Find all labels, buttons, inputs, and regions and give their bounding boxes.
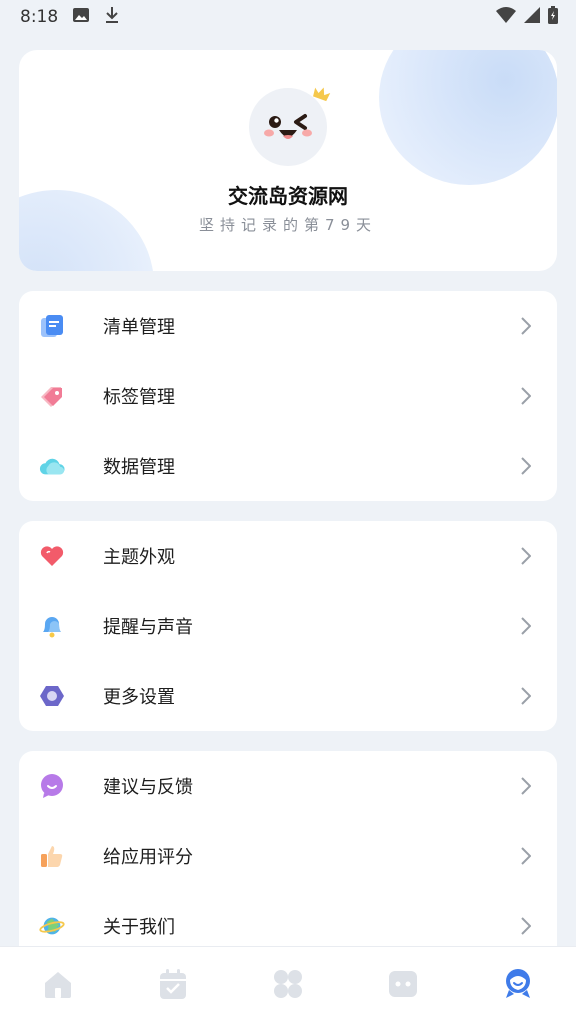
decorative-blob bbox=[379, 50, 557, 185]
bell-icon bbox=[39, 613, 65, 639]
chevron-right-icon bbox=[521, 917, 532, 939]
chat-bubble-icon bbox=[39, 773, 65, 799]
menu-item-label: 提醒与声音 bbox=[103, 617, 193, 638]
planet-icon bbox=[39, 913, 65, 939]
game-controller-icon bbox=[388, 970, 418, 1002]
battery-icon bbox=[548, 5, 558, 29]
menu-item-rate-app[interactable]: 给应用评分 bbox=[19, 821, 557, 891]
nav-home[interactable] bbox=[28, 956, 88, 1016]
chevron-right-icon bbox=[521, 457, 532, 479]
chevron-right-icon bbox=[521, 777, 532, 799]
home-icon bbox=[42, 969, 74, 1003]
menu-item-label: 建议与反馈 bbox=[103, 777, 193, 798]
nav-profile[interactable] bbox=[488, 956, 548, 1016]
menu-group-settings: 主题外观 提醒与声音 更多设置 bbox=[19, 521, 557, 731]
profile-name: 交流岛资源网 bbox=[228, 184, 348, 208]
menu-item-label: 关于我们 bbox=[103, 917, 175, 938]
chevron-right-icon bbox=[521, 617, 532, 639]
download-icon bbox=[104, 6, 120, 29]
tag-icon bbox=[39, 383, 65, 409]
cloud-icon bbox=[39, 453, 65, 479]
chevron-right-icon bbox=[521, 317, 532, 339]
list-document-icon bbox=[39, 313, 65, 339]
crown-icon bbox=[311, 85, 331, 109]
menu-item-data-management[interactable]: 数据管理 bbox=[19, 431, 557, 501]
status-bar: 8:18 bbox=[0, 0, 576, 34]
thumbs-up-icon bbox=[39, 843, 65, 869]
menu-item-tag-management[interactable]: 标签管理 bbox=[19, 361, 557, 431]
profile-streak: 坚持记录的第79天 bbox=[198, 216, 378, 234]
menu-item-theme[interactable]: 主题外观 bbox=[19, 521, 557, 591]
chevron-right-icon bbox=[521, 847, 532, 869]
menu-item-feedback[interactable]: 建议与反馈 bbox=[19, 751, 557, 821]
image-icon bbox=[72, 7, 90, 28]
profile-icon bbox=[503, 968, 533, 1004]
menu-item-list-management[interactable]: 清单管理 bbox=[19, 291, 557, 361]
hexagon-settings-icon bbox=[39, 683, 65, 709]
heart-icon bbox=[39, 543, 65, 569]
chevron-right-icon bbox=[521, 387, 532, 409]
signal-icon bbox=[524, 6, 540, 28]
grid-four-icon bbox=[273, 969, 303, 1003]
menu-item-label: 清单管理 bbox=[103, 317, 175, 338]
status-time: 8:18 bbox=[20, 7, 59, 27]
menu-item-label: 数据管理 bbox=[103, 457, 175, 478]
menu-item-label: 标签管理 bbox=[103, 387, 175, 408]
menu-item-reminders-sound[interactable]: 提醒与声音 bbox=[19, 591, 557, 661]
wifi-icon bbox=[496, 6, 516, 28]
bottom-nav bbox=[0, 946, 576, 1024]
nav-games[interactable] bbox=[373, 956, 433, 1016]
menu-item-label: 主题外观 bbox=[103, 547, 175, 568]
menu-item-about-us[interactable]: 关于我们 bbox=[19, 891, 557, 947]
menu-item-more-settings[interactable]: 更多设置 bbox=[19, 661, 557, 731]
nav-apps[interactable] bbox=[258, 956, 318, 1016]
profile-card: 交流岛资源网 坚持记录的第79天 bbox=[19, 50, 557, 271]
menu-group-about: 建议与反馈 给应用评分 关于我们 bbox=[19, 751, 557, 947]
menu-item-label: 更多设置 bbox=[103, 687, 175, 708]
menu-item-label: 给应用评分 bbox=[103, 847, 193, 868]
menu-group-manage: 清单管理 标签管理 数据管理 bbox=[19, 291, 557, 501]
chevron-right-icon bbox=[521, 547, 532, 569]
chevron-right-icon bbox=[521, 687, 532, 709]
nav-calendar[interactable] bbox=[143, 956, 203, 1016]
calendar-check-icon bbox=[158, 968, 188, 1004]
